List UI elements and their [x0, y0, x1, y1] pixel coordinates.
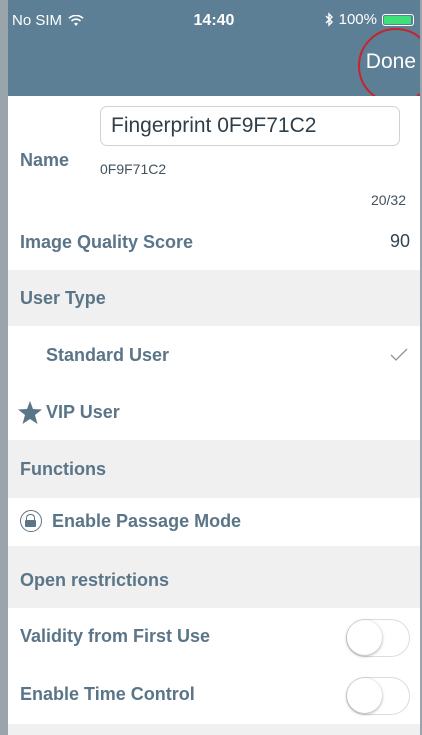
battery-icon — [382, 13, 414, 26]
enable-passage-mode-row[interactable]: Enable Passage Mode — [8, 498, 420, 546]
image-quality-value: 90 — [389, 231, 410, 251]
functions-title: Functions — [20, 459, 106, 479]
toggle-knob — [347, 620, 382, 655]
section-footer — [8, 724, 420, 735]
validity-toggle[interactable] — [346, 619, 410, 657]
passage-mode-label: Enable Passage Mode — [52, 511, 242, 531]
name-input[interactable] — [100, 106, 400, 146]
vip-user-label: VIP User — [46, 402, 120, 422]
fingerprint-id: 0F9F71C2 — [100, 161, 167, 177]
name-label: Name — [20, 150, 70, 170]
bluetooth-icon — [325, 12, 333, 27]
vip-user-option[interactable]: VIP User — [8, 384, 420, 440]
toggle-knob — [347, 678, 382, 713]
time-control-label: Enable Time Control — [20, 684, 195, 704]
character-count: 20/32 — [370, 192, 406, 208]
name-section: Name 0F9F71C2 20/32 — [8, 96, 420, 214]
phone-screen: No SIM 14:40 100% Done Nam — [0, 0, 422, 735]
validity-label: Validity from First Use — [20, 626, 211, 646]
time-control-toggle[interactable] — [346, 677, 410, 715]
battery-percent: 100% — [338, 11, 377, 28]
standard-user-option[interactable]: Standard User — [8, 326, 420, 384]
user-type-header: User Type — [8, 270, 420, 326]
battery-level — [384, 15, 411, 24]
time-control-row: Enable Time Control — [8, 666, 420, 724]
lock-icon — [20, 510, 42, 532]
image-quality-label: Image Quality Score — [20, 232, 194, 252]
done-button[interactable]: Done — [366, 50, 416, 74]
status-bar: No SIM 14:40 100% — [8, 0, 420, 36]
navigation-bar: No SIM 14:40 100% Done — [8, 0, 420, 104]
validity-first-use-row: Validity from First Use — [8, 608, 420, 666]
status-right: 100% — [324, 11, 414, 28]
standard-user-label: Standard User — [46, 345, 170, 365]
user-type-title: User Type — [20, 288, 106, 308]
open-restrictions-title: Open restrictions — [20, 570, 170, 590]
functions-header: Functions — [8, 440, 420, 498]
image-quality-row: Image Quality Score 90 — [8, 214, 420, 270]
open-restrictions-header: Open restrictions — [8, 546, 420, 608]
checkmark-icon — [390, 348, 408, 361]
star-icon — [18, 401, 42, 424]
